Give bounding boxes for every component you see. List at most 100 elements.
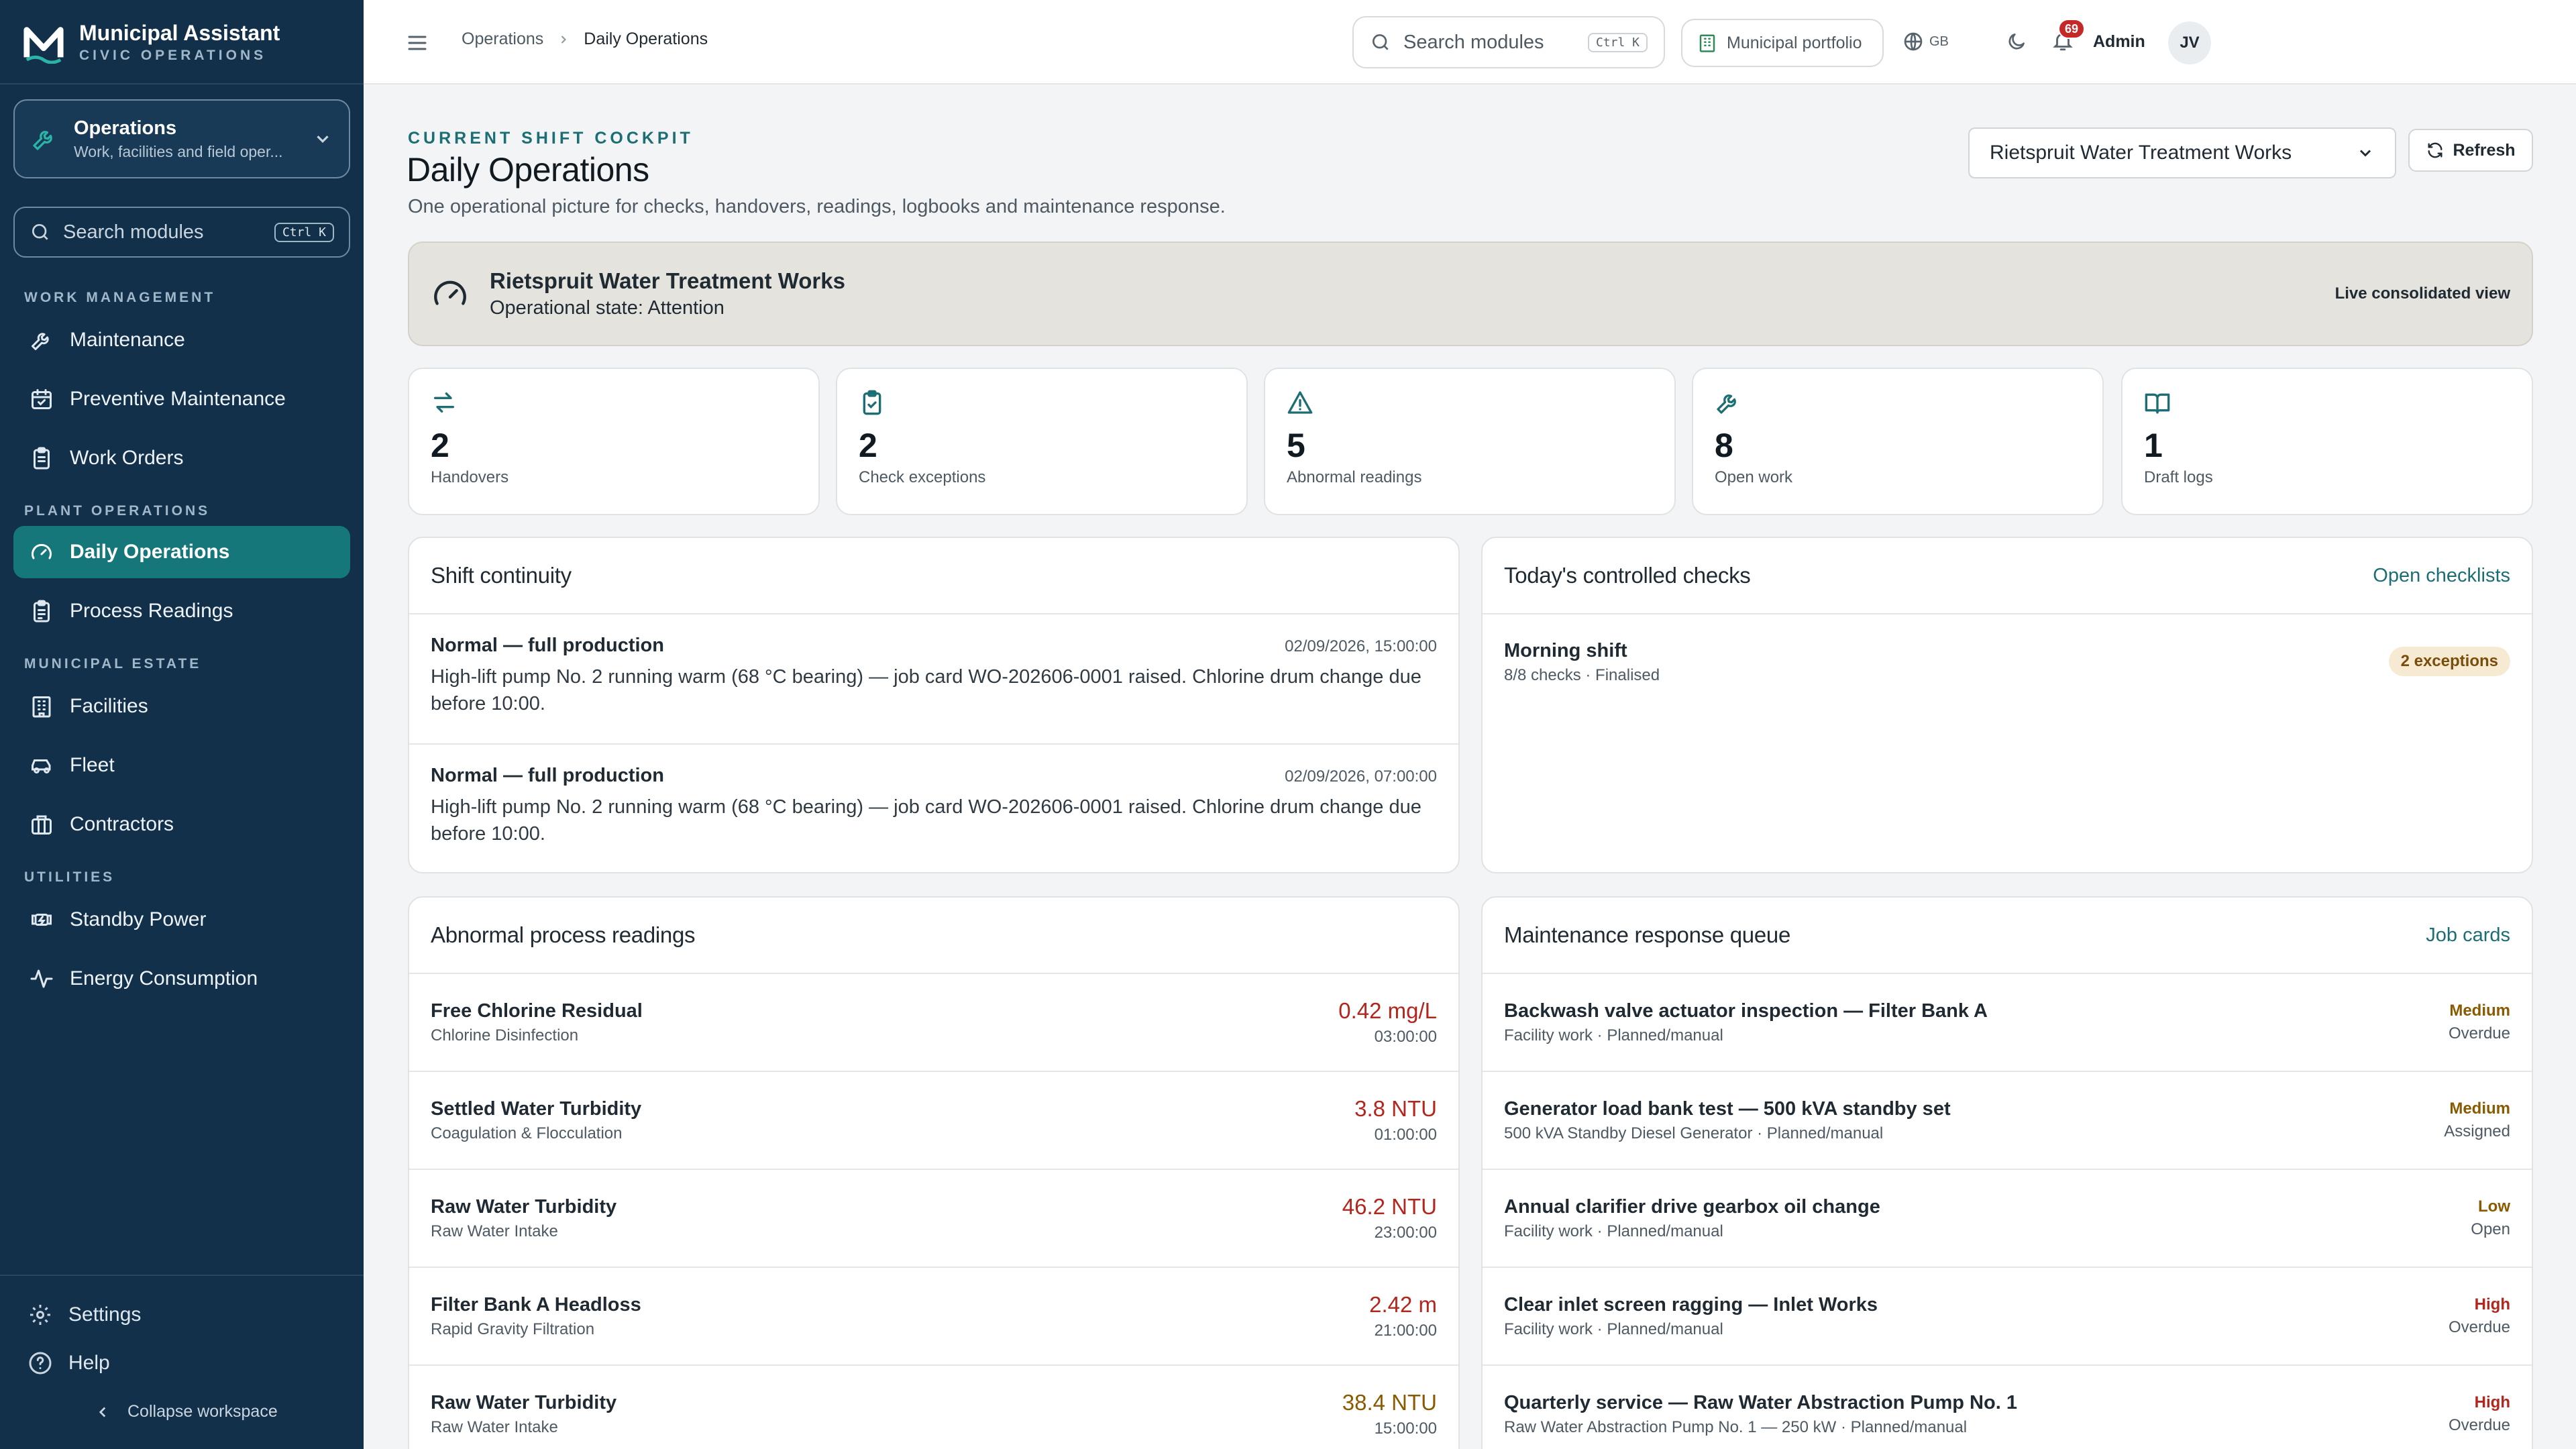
reading-area: Rapid Gravity Filtration: [431, 1320, 595, 1338]
sidebar-item-label: Fleet: [70, 754, 115, 776]
globe-icon: [1904, 32, 1923, 51]
reading-area: Chlorine Disinfection: [431, 1026, 579, 1044]
stat-value: 5: [1287, 427, 1305, 464]
sidebar-item-preventive-maintenance[interactable]: Preventive Maintenance: [13, 373, 350, 425]
controlled-checks-panel: Today's controlled checks Open checklist…: [1481, 537, 2533, 873]
job-source: 500 kVA Standby Diesel Generator · Plann…: [1504, 1124, 1884, 1142]
reading-time: 21:00:00: [1374, 1322, 1437, 1340]
global-search-placeholder: Search modules: [1403, 31, 1544, 53]
banner-site-name: Rietspruit Water Treatment Works: [490, 268, 845, 293]
job-card-row[interactable]: Annual clarifier drive gearbox oil chang…: [1483, 1170, 2532, 1268]
job-cards-link[interactable]: Job cards: [2426, 924, 2510, 947]
job-card-row[interactable]: Clear inlet screen ragging — Inlet Works…: [1483, 1268, 2532, 1366]
sidebar-item-standby-power[interactable]: Standby Power: [13, 894, 350, 946]
job-status: Open: [2471, 1220, 2510, 1238]
stat-label: Draft logs: [2144, 468, 2213, 486]
stat-card-open-work[interactable]: 8 Open work: [1692, 368, 2104, 515]
gauge-icon: [434, 280, 466, 305]
car-icon: [32, 759, 51, 773]
job-title: Generator load bank test — 500 kVA stand…: [1504, 1097, 1951, 1120]
help-link[interactable]: Help: [28, 1351, 110, 1375]
stat-label: Abnormal readings: [1287, 468, 1422, 486]
refresh-button[interactable]: Refresh: [2408, 129, 2533, 172]
checklist-item[interactable]: Morning shift 8/8 checks · Finalised 2 e…: [1483, 614, 2532, 710]
reading-name: Raw Water Turbidity: [431, 1195, 617, 1218]
breadcrumb-operations[interactable]: Operations: [462, 30, 543, 49]
brand[interactable]: Municipal Assistant CIVIC OPERATIONS: [23, 19, 280, 67]
handover-entry[interactable]: Normal — full production 02/09/2026, 15:…: [409, 614, 1458, 745]
stat-card-abnormal-readings[interactable]: 5 Abnormal readings: [1264, 368, 1676, 515]
reading-row[interactable]: Settled Water Turbidity Coagulation & Flo…: [409, 1072, 1458, 1170]
site-select[interactable]: Rietspruit Water Treatment Works: [1968, 127, 2396, 178]
job-title: Backwash valve actuator inspection — Fil…: [1504, 1000, 1988, 1022]
group-label-plant-operations: PLANT OPERATIONS: [24, 503, 211, 519]
reading-name: Raw Water Turbidity: [431, 1391, 617, 1413]
sidebar-item-work-orders[interactable]: Work Orders: [13, 432, 350, 484]
sidebar-item-fleet[interactable]: Fleet: [13, 739, 350, 792]
brand-logo-icon: [23, 27, 64, 64]
reading-time: 23:00:00: [1374, 1224, 1437, 1242]
language-code: GB: [1929, 34, 1949, 49]
workspace-title: Operations: [74, 117, 177, 139]
job-card-row[interactable]: Generator load bank test — 500 kVA stand…: [1483, 1072, 2532, 1170]
language-selector[interactable]: GB: [1902, 31, 1949, 52]
sidebar-item-label: Daily Operations: [70, 541, 230, 563]
sidebar-item-label: Maintenance: [70, 329, 185, 351]
stat-value: 2: [431, 427, 449, 464]
job-card-row[interactable]: Quarterly service — Raw Water Abstractio…: [1483, 1366, 2532, 1449]
handover-entry[interactable]: Normal — full production 02/09/2026, 07:…: [409, 745, 1458, 872]
panel-title: Abnormal process readings: [431, 922, 696, 947]
calendar-check-icon: [32, 389, 52, 409]
workspace-selector[interactable]: Operations Work, facilities and field op…: [13, 99, 350, 178]
stat-card-draft-logs[interactable]: 1 Draft logs: [2121, 368, 2533, 515]
panel-title: Today's controlled checks: [1504, 563, 1751, 588]
reading-area: Raw Water Intake: [431, 1222, 558, 1240]
checklist-summary: 8/8 checks · Finalised: [1504, 666, 1660, 684]
handover-time: 02/09/2026, 07:00:00: [1285, 767, 1437, 786]
sidebar-item-contractors[interactable]: Contractors: [13, 798, 350, 851]
site-status-banner: Rietspruit Water Treatment Works Operati…: [408, 241, 2533, 346]
sidebar-search-shortcut: Ctrl K: [274, 222, 334, 242]
job-status: Assigned: [2444, 1122, 2510, 1140]
municipal-portfolio-button[interactable]: Municipal portfolio: [1681, 19, 1884, 67]
global-search-input[interactable]: Search modules Ctrl K: [1352, 16, 1665, 68]
building-icon: [1699, 34, 1715, 52]
collapse-workspace-button[interactable]: Collapse workspace: [94, 1402, 278, 1421]
sidebar-item-facilities[interactable]: Facilities: [13, 680, 350, 733]
workspace-subtitle: Work, facilities and field oper...: [74, 143, 283, 160]
reading-time: 15:00:00: [1374, 1419, 1437, 1438]
sidebar-search-input[interactable]: Search modules Ctrl K: [13, 207, 350, 258]
site-select-value: Rietspruit Water Treatment Works: [1990, 142, 2292, 164]
page-eyebrow: CURRENT SHIFT COCKPIT: [408, 129, 694, 148]
wrench-icon: [1717, 394, 1736, 414]
reading-row[interactable]: Filter Bank A Headloss Rapid Gravity Filt…: [409, 1268, 1458, 1366]
sidebar-item-energy-consumption[interactable]: Energy Consumption: [13, 953, 350, 1005]
stat-card-check-exceptions[interactable]: 2 Check exceptions: [836, 368, 1248, 515]
moon-icon[interactable]: [2006, 31, 2027, 52]
reading-row[interactable]: Free Chlorine Residual Chlorine Disinfect…: [409, 974, 1458, 1072]
settings-link[interactable]: Settings: [28, 1303, 141, 1327]
stat-value: 1: [2144, 427, 2163, 464]
stat-label: Open work: [1715, 468, 1793, 486]
chevron-right-icon: [561, 35, 567, 44]
stat-card-handovers[interactable]: 2 Handovers: [408, 368, 820, 515]
job-status: Overdue: [2448, 1024, 2510, 1042]
reading-row[interactable]: Raw Water Turbidity Raw Water Intake 38.4…: [409, 1366, 1458, 1449]
job-card-row[interactable]: Backwash valve actuator inspection — Fil…: [1483, 974, 2532, 1072]
user-role-label[interactable]: Admin: [2093, 32, 2145, 52]
avatar[interactable]: JV: [2168, 21, 2211, 64]
wrench-icon: [33, 131, 52, 150]
reading-area: Raw Water Intake: [431, 1417, 558, 1436]
job-source: Raw Water Abstraction Pump No. 1 — 250 k…: [1504, 1417, 1968, 1436]
refresh-label: Refresh: [2453, 140, 2516, 160]
menu-icon[interactable]: [405, 31, 429, 55]
sidebar-item-daily-operations[interactable]: Daily Operations: [13, 526, 350, 578]
sidebar-item-maintenance[interactable]: Maintenance: [13, 314, 350, 366]
shift-continuity-panel: Shift continuity Normal — full productio…: [408, 537, 1460, 873]
reading-time: 01:00:00: [1374, 1126, 1437, 1144]
reading-row[interactable]: Raw Water Turbidity Raw Water Intake 46.2…: [409, 1170, 1458, 1268]
open-checklists-link[interactable]: Open checklists: [2373, 565, 2510, 587]
clipboard-check-icon: [863, 390, 881, 415]
sidebar-divider: [0, 83, 364, 85]
sidebar-item-process-readings[interactable]: Process Readings: [13, 585, 350, 637]
